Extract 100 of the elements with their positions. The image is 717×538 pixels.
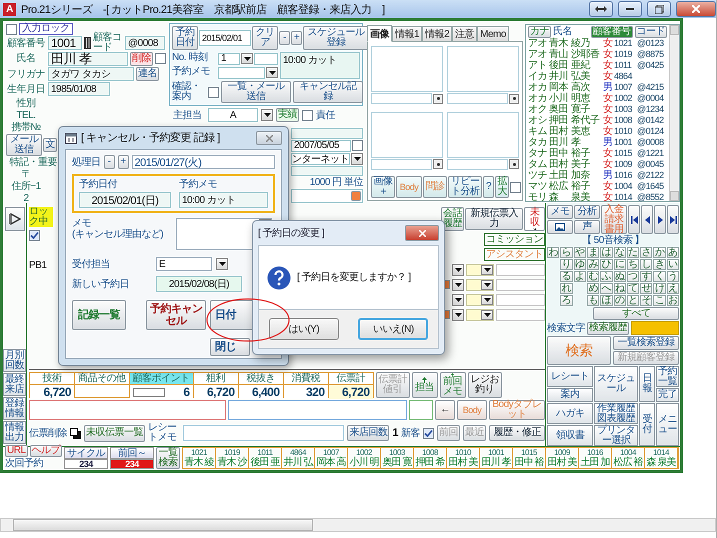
recent-customer[interactable]: 1004 松広 裕 bbox=[612, 448, 645, 468]
play-button[interactable] bbox=[4, 207, 24, 231]
checkbox[interactable] bbox=[6, 24, 17, 34]
kana-key[interactable]: ね bbox=[614, 283, 626, 294]
dropdown-button[interactable] bbox=[481, 294, 493, 304]
marker-button[interactable] bbox=[351, 191, 361, 201]
menu-button[interactable]: 領収書 bbox=[547, 425, 593, 446]
customer-code-field[interactable]: @0008 bbox=[125, 36, 165, 50]
unpaid-button[interactable]: 未収 bbox=[524, 207, 545, 231]
kana-key[interactable]: ゆ bbox=[574, 259, 586, 270]
kana-key[interactable]: れ bbox=[560, 283, 573, 294]
checkbox[interactable] bbox=[155, 53, 166, 64]
customer-row[interactable]: アオ 青木 綾乃 女1021 @0123 bbox=[526, 38, 669, 49]
kana-key[interactable]: に bbox=[614, 259, 626, 270]
customer-row[interactable]: モリ 森 泉美 女1014 @8552 bbox=[526, 192, 669, 203]
recent-customer[interactable]: 1008 押田 希 bbox=[414, 448, 447, 468]
assistant-field[interactable] bbox=[496, 264, 545, 276]
kana-key[interactable]: て bbox=[626, 283, 640, 294]
kana-key[interactable]: く bbox=[653, 271, 666, 282]
customer-row[interactable]: キム 田村 美恵 女1010 @0124 bbox=[526, 126, 669, 137]
url-button[interactable]: URL bbox=[5, 445, 28, 457]
checkbox[interactable] bbox=[510, 182, 521, 192]
dropdown-button[interactable] bbox=[452, 264, 464, 276]
voice-button[interactable]: 声 bbox=[574, 220, 600, 234]
menu-button[interactable]: スケジュール bbox=[594, 366, 638, 402]
recent-customer[interactable]: 1003 奥田 寛 bbox=[381, 448, 414, 468]
dialog-button[interactable]: 閉じ bbox=[210, 338, 250, 356]
kana-key[interactable]: ほ bbox=[600, 295, 612, 306]
schedule-button[interactable]: スケジュール登録 bbox=[303, 26, 369, 50]
kana-key[interactable]: か bbox=[653, 247, 666, 258]
memo-button[interactable]: メモ bbox=[547, 205, 573, 219]
plus-button[interactable]: + bbox=[118, 155, 128, 169]
text-field[interactable] bbox=[291, 189, 363, 203]
kana-key[interactable]: ら bbox=[560, 247, 573, 258]
reservation-date-button[interactable]: 予約日付 bbox=[172, 26, 198, 50]
number-field[interactable]: 1 bbox=[218, 52, 240, 64]
side-tab[interactable]: 月別回数 bbox=[3, 349, 26, 372]
dropdown-button[interactable] bbox=[452, 294, 464, 306]
checkbox[interactable] bbox=[423, 428, 434, 438]
customer-row[interactable]: マツ 松広 裕子 女1004 @1645 bbox=[526, 181, 669, 192]
kana-key[interactable]: い bbox=[666, 259, 679, 270]
commission-field[interactable] bbox=[466, 308, 494, 320]
slip-action-button[interactable]: レジお釣り bbox=[468, 372, 502, 398]
kana-key[interactable]: む bbox=[586, 271, 600, 282]
menu-button[interactable]: 日報 bbox=[639, 366, 655, 402]
commission-field[interactable] bbox=[466, 278, 494, 290]
search-text-field[interactable] bbox=[631, 321, 679, 335]
kana-key[interactable]: は bbox=[600, 247, 612, 258]
kana-key[interactable]: あ bbox=[666, 247, 679, 258]
assistant-field[interactable] bbox=[496, 278, 545, 290]
process-date-field[interactable]: 2015/01/27(火) bbox=[132, 155, 275, 169]
reservation-date-field[interactable]: 2015/02/01 bbox=[199, 30, 251, 46]
menu-button[interactable]: 予約一覧 bbox=[656, 366, 679, 387]
maximize-button[interactable] bbox=[647, 1, 671, 17]
dropdown-button[interactable] bbox=[481, 310, 493, 320]
kana-key[interactable]: え bbox=[666, 283, 679, 294]
dropdown-button[interactable] bbox=[241, 53, 253, 64]
menu-button[interactable]: 案内 bbox=[547, 388, 593, 402]
recent-customer[interactable]: 1011 後田 亜 bbox=[249, 448, 282, 468]
text-field[interactable] bbox=[291, 166, 363, 176]
nav-button[interactable] bbox=[628, 205, 640, 234]
kana-key[interactable]: す bbox=[640, 271, 652, 282]
recent-customer[interactable]: 1019 青木 沙 bbox=[216, 448, 249, 468]
customer-row[interactable]: タナ 田中 裕子 女1015 @1221 bbox=[526, 148, 669, 159]
commission-field[interactable] bbox=[466, 294, 494, 306]
kana-key[interactable]: と bbox=[626, 295, 640, 306]
side-tab[interactable]: 登録情報 bbox=[3, 397, 26, 420]
caption-field[interactable] bbox=[447, 93, 508, 104]
kana-key[interactable]: や bbox=[574, 247, 586, 258]
help-button[interactable]: ヘルプ bbox=[30, 445, 62, 457]
nav-button[interactable] bbox=[654, 205, 666, 234]
joint-name-button[interactable]: 連名 bbox=[136, 67, 159, 81]
slip-action-button[interactable]: 前回メモ bbox=[440, 372, 466, 398]
recent-customer[interactable]: 1002 小川 明 bbox=[348, 448, 381, 468]
customer-row[interactable]: オカ 岡本 高次 男 1007 @4215 bbox=[526, 82, 669, 93]
kana-key[interactable]: お bbox=[666, 295, 679, 306]
menu-button[interactable]: 受付 bbox=[639, 403, 655, 446]
dot-button[interactable] bbox=[509, 94, 519, 104]
kana-key[interactable]: そ bbox=[640, 295, 652, 306]
birthdate-field[interactable]: 1985/01/08 bbox=[48, 82, 110, 96]
dropdown-button[interactable] bbox=[216, 258, 228, 270]
kana-key[interactable]: み bbox=[586, 259, 600, 270]
minimize-button[interactable] bbox=[618, 1, 642, 17]
kana-key[interactable]: ろ bbox=[560, 295, 573, 306]
staff-field[interactable]: A bbox=[208, 108, 258, 122]
nav-button[interactable] bbox=[667, 205, 679, 234]
staff-field[interactable]: E bbox=[156, 257, 212, 271]
recent-customer[interactable]: 1009 田村 美 bbox=[546, 448, 579, 468]
kana-key[interactable]: よ bbox=[574, 271, 586, 282]
time-field[interactable] bbox=[254, 52, 278, 64]
history-button[interactable]: 会話履歴 bbox=[441, 207, 464, 231]
unpaid-list-button[interactable]: 未収伝票一覧 bbox=[84, 424, 145, 442]
kana-key[interactable]: け bbox=[653, 283, 666, 294]
dropdown-button[interactable] bbox=[266, 67, 278, 78]
kana-key[interactable]: ち bbox=[626, 259, 640, 270]
kana-key[interactable]: つ bbox=[626, 271, 640, 282]
kana-key[interactable]: も bbox=[586, 295, 600, 306]
checkbox[interactable] bbox=[208, 86, 219, 98]
dropdown-button[interactable] bbox=[481, 264, 493, 274]
recent-customer[interactable]: 1016 土田 加 bbox=[579, 448, 612, 468]
